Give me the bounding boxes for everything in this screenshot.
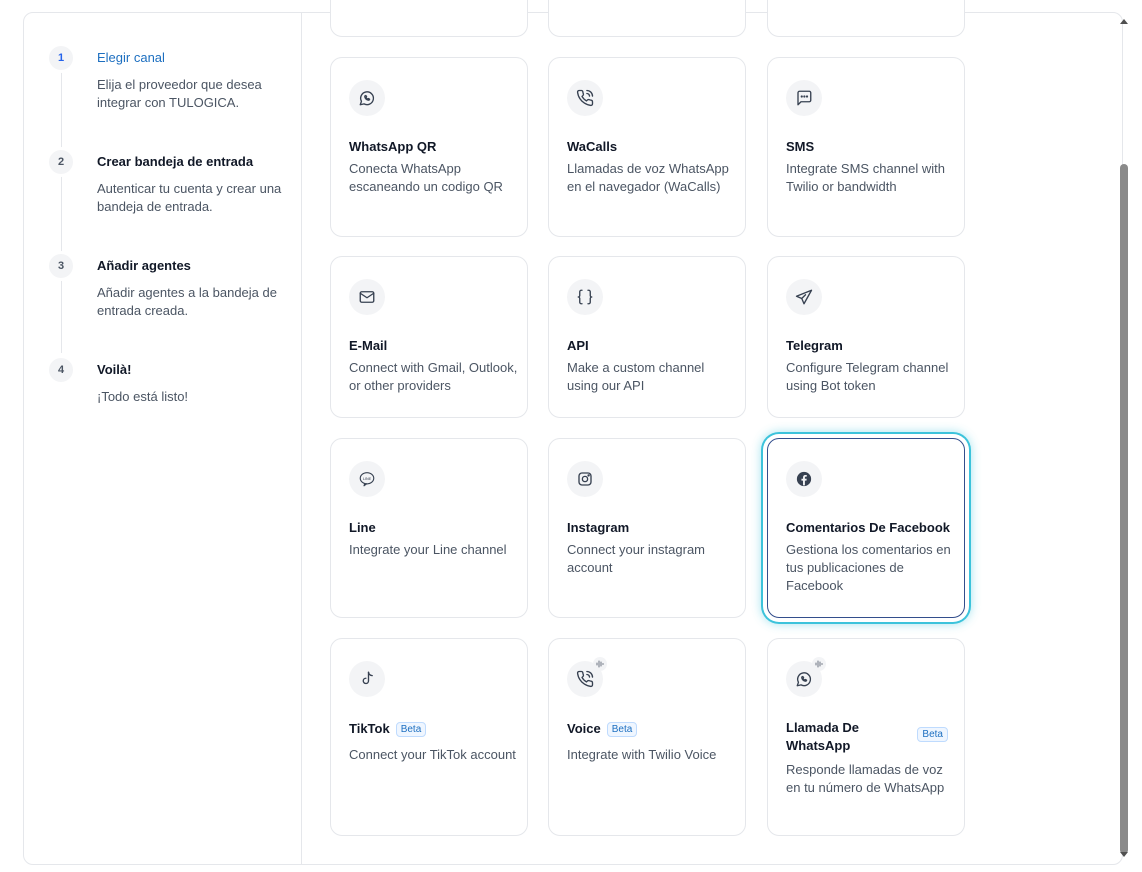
step-title: Voilà! xyxy=(97,362,132,377)
channel-description: Make a custom channel using our API xyxy=(567,360,705,393)
channel-title: Comentarios De Facebook xyxy=(786,520,950,535)
step-number: 3 xyxy=(46,251,76,281)
mail-icon xyxy=(349,279,385,315)
channel-description: Integrate your Line channel xyxy=(349,542,507,557)
braces-icon xyxy=(567,279,603,315)
step-title: Crear bandeja de entrada xyxy=(97,154,254,169)
whatsapp-icon xyxy=(349,80,385,116)
instagram-icon xyxy=(567,461,603,497)
channel-title: WhatsApp QR xyxy=(349,139,437,154)
channel-title: Llamada De WhatsApp xyxy=(786,720,859,753)
channel-title: Instagram xyxy=(567,520,630,535)
channel-card-whatsapp-call[interactable]: Llamada De WhatsApp Beta Responde llamad… xyxy=(767,638,965,836)
line-icon: LINE xyxy=(349,461,385,497)
channel-title: API xyxy=(567,338,589,353)
step-number: 2 xyxy=(46,147,76,177)
channel-card-facebook-comments[interactable]: Comentarios De Facebook Gestiona los com… xyxy=(767,438,965,618)
channel-title: Voice Beta xyxy=(567,721,638,737)
step-description: Autenticar tu cuenta y crear una bandeja… xyxy=(97,181,282,214)
channel-card-partial[interactable] xyxy=(548,0,746,37)
channel-description: Connect your TikTok account xyxy=(349,747,516,762)
channel-title: Line xyxy=(349,520,376,535)
channel-title: SMS xyxy=(786,139,815,154)
channel-description: Integrate SMS channel with Twilio or ban… xyxy=(786,161,945,194)
beta-badge: Beta xyxy=(917,727,948,742)
step-number: 4 xyxy=(46,355,76,385)
beta-badge: Beta xyxy=(606,722,638,737)
vertical-scrollbar[interactable] xyxy=(1117,12,1131,864)
channel-description: Connect with Gmail, Outlook, or other pr… xyxy=(349,360,518,393)
channel-description: Conecta WhatsApp escaneando un codigo QR xyxy=(349,161,503,194)
send-icon xyxy=(786,279,822,315)
tiktok-icon xyxy=(349,661,385,697)
channel-card-partial[interactable] xyxy=(767,0,965,37)
channel-title-text: TikTok xyxy=(349,721,390,736)
channel-card-telegram[interactable]: Telegram Configure Telegram channel usin… xyxy=(767,256,965,418)
step-description: Añadir agentes a la bandeja de entrada c… xyxy=(97,285,277,318)
channel-card-wacalls[interactable]: WaCalls Llamadas de voz WhatsApp en el n… xyxy=(548,57,746,237)
channel-card-instagram[interactable]: Instagram Connect your instagram account xyxy=(548,438,746,618)
channel-description: Responde llamadas de voz en tu número de… xyxy=(786,762,945,795)
audio-wave-icon xyxy=(812,657,826,671)
channel-card-api[interactable]: API Make a custom channel using our API xyxy=(548,256,746,418)
channel-card-sms[interactable]: SMS Integrate SMS channel with Twilio or… xyxy=(767,57,965,237)
step-title: Añadir agentes xyxy=(97,258,191,273)
channel-card-email[interactable]: E-Mail Connect with Gmail, Outlook, or o… xyxy=(330,256,528,418)
channel-card-partial[interactable] xyxy=(330,0,528,37)
channel-description: Gestiona los comentarios en tus publicac… xyxy=(786,542,951,593)
step-description: ¡Todo está listo! xyxy=(97,389,189,404)
step-title: Elegir canal xyxy=(97,50,165,65)
audio-wave-icon xyxy=(593,657,607,671)
channel-card-voice[interactable]: Voice Beta Integrate with Twilio Voice xyxy=(548,638,746,836)
channel-card-whatsapp-qr[interactable]: WhatsApp QR Conecta WhatsApp escaneando … xyxy=(330,57,528,237)
channel-title: TikTok Beta xyxy=(349,721,427,737)
channel-card-line[interactable]: LINE Line Integrate your Line channel xyxy=(330,438,528,618)
line-icon-text: LINE xyxy=(363,477,372,481)
steps-connector xyxy=(61,63,62,353)
channel-title: WaCalls xyxy=(567,139,618,154)
channel-description: Llamadas de voz WhatsApp en el navegador… xyxy=(567,161,729,194)
steps-sidebar: 1 Elegir canal Elija el proveedor que de… xyxy=(24,13,302,864)
message-icon xyxy=(786,80,822,116)
step-number: 1 xyxy=(46,43,76,73)
channel-title: Telegram xyxy=(786,338,843,353)
facebook-icon xyxy=(786,461,822,497)
scroll-down-arrow-icon[interactable] xyxy=(1119,850,1129,860)
phone-call-icon xyxy=(567,80,603,116)
channel-description: Integrate with Twilio Voice xyxy=(567,747,717,762)
beta-badge: Beta xyxy=(395,722,427,737)
scrollbar-thumb[interactable] xyxy=(1120,164,1128,854)
channel-description: Configure Telegram channel using Bot tok… xyxy=(786,360,949,393)
channel-card-tiktok[interactable]: TikTok Beta Connect your TikTok account xyxy=(330,638,528,836)
step-description: Elija el proveedor que desea integrar co… xyxy=(97,77,262,110)
channel-title: E-Mail xyxy=(349,338,388,353)
channel-description: Connect your instagram account xyxy=(567,542,706,575)
channel-title-text: Voice xyxy=(567,721,601,736)
scroll-up-arrow-icon[interactable] xyxy=(1119,16,1129,26)
